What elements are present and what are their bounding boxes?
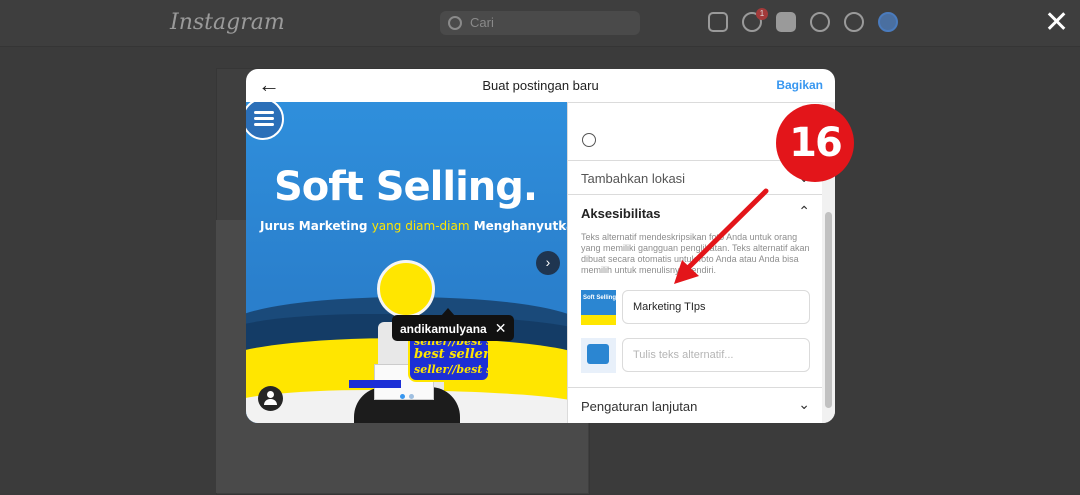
profile-avatar-icon[interactable]: [878, 12, 898, 32]
photo-subtitle: Jurus Marketing yang diam-diam Menghanyu…: [260, 219, 567, 233]
slide-dot: [400, 394, 405, 399]
accessibility-description: Teks alternatif mendeskripsikan foto And…: [581, 232, 810, 275]
chevron-up-icon[interactable]: ⌃: [798, 203, 810, 220]
alt-thumbnail-1: Soft Selling: [581, 290, 616, 325]
nav-icons: 1: [708, 8, 898, 32]
messenger-icon[interactable]: 1: [742, 8, 768, 32]
bubble-line-3: seller//best s: [414, 363, 488, 376]
modal-header: ← Buat postingan baru Bagikan: [246, 69, 835, 103]
heart-icon[interactable]: [844, 12, 864, 32]
home-icon[interactable]: [708, 12, 728, 32]
bubble-line-2: best seller: [414, 347, 488, 362]
explore-icon[interactable]: [810, 12, 830, 32]
photo-title: Soft Selling.: [274, 164, 538, 210]
subtitle-part-3: Menghanyutkan: [473, 219, 567, 233]
new-post-icon[interactable]: [776, 12, 796, 32]
alt-thumbnail-2: [581, 338, 616, 373]
remove-tag-icon[interactable]: ✕: [495, 320, 507, 336]
chevron-right-icon[interactable]: ›: [536, 251, 560, 275]
close-icon[interactable]: ✕: [1044, 8, 1069, 38]
thumb-title: Soft Selling: [583, 295, 616, 301]
accessibility-title[interactable]: Aksesibilitas: [581, 206, 661, 221]
search-icon: [448, 16, 462, 30]
photo-blue-bar: [349, 380, 401, 388]
search-placeholder: Cari: [470, 15, 494, 30]
subtitle-part-1: Jurus Marketing: [260, 219, 372, 233]
photo-person-head: [377, 260, 435, 318]
step-number-badge: 16: [776, 104, 854, 182]
instagram-topbar: Instagram Cari 1: [0, 0, 1080, 47]
scrollbar-thumb[interactable]: [825, 212, 832, 408]
add-location-label: Tambahkan lokasi: [581, 171, 686, 186]
search-box[interactable]: Cari: [440, 11, 640, 35]
slide-dot: [409, 394, 414, 399]
tag-people-icon[interactable]: [258, 386, 283, 411]
alt-text-input-2[interactable]: [622, 338, 810, 372]
slide-dots: [400, 394, 414, 399]
tag-username: andikamulyana: [400, 322, 487, 336]
notification-badge: 1: [756, 8, 768, 20]
advanced-settings-label: Pengaturan lanjutan: [581, 399, 698, 414]
subtitle-part-2: yang diam-diam: [371, 219, 470, 233]
chevron-down-icon: ⌄: [798, 396, 810, 412]
alt-text-input-1[interactable]: [622, 290, 810, 324]
post-photo-preview[interactable]: Soft Selling. Jurus Marketing yang diam-…: [246, 102, 567, 423]
user-tag[interactable]: andikamulyana ✕: [392, 315, 515, 341]
emoji-icon[interactable]: [582, 133, 596, 147]
share-button[interactable]: Bagikan: [776, 78, 823, 92]
instagram-logo[interactable]: Instagram: [170, 10, 285, 35]
create-post-modal: ← Buat postingan baru Bagikan Soft Selli…: [246, 69, 835, 423]
advanced-settings-row[interactable]: Pengaturan lanjutan ⌄: [568, 387, 822, 423]
modal-title: Buat postingan baru: [482, 78, 599, 93]
